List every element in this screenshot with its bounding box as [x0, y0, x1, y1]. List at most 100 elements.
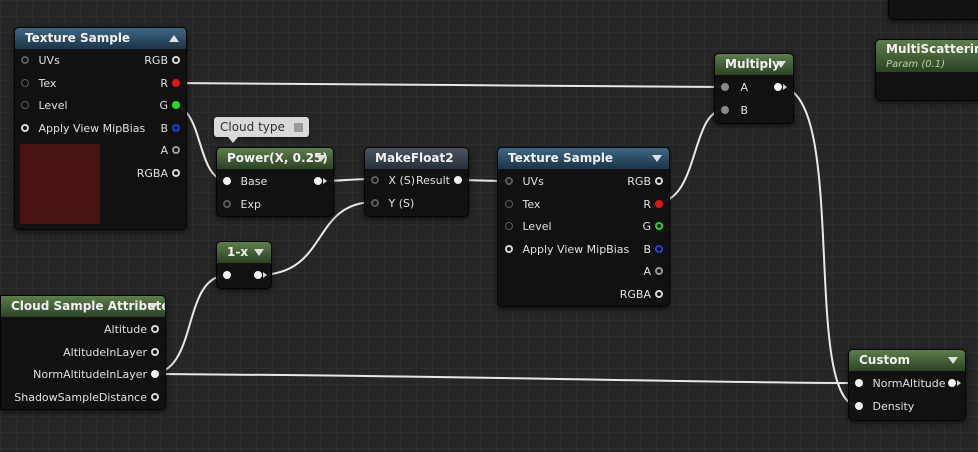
- pin-mipbias-2-label: Apply View MipBias: [522, 243, 630, 256]
- param-node[interactable]: MultiScatteringEcc Param (0.1): [875, 39, 978, 101]
- param-node-title: MultiScatteringEcc: [886, 42, 978, 56]
- pin-tex-2[interactable]: Tex: [505, 197, 540, 213]
- out-g-2-label: G: [642, 220, 651, 233]
- power-header[interactable]: Power(X, 0.25): [217, 148, 333, 169]
- multiply-pin-a-icon: [721, 83, 729, 91]
- out-a-1[interactable]: A: [160, 143, 180, 159]
- out-r-1[interactable]: R: [160, 76, 180, 92]
- pin-uvs-2[interactable]: UVs: [505, 174, 544, 190]
- pin-level-1-label: Level: [38, 99, 68, 112]
- makefloat2-pin-x[interactable]: X (S): [371, 173, 415, 189]
- multiply-output[interactable]: [774, 80, 787, 96]
- out-altitude[interactable]: Altitude: [104, 322, 159, 338]
- collapse-arrow-icon[interactable]: [169, 35, 179, 42]
- texture-sample-1-header[interactable]: Texture Sample: [15, 28, 186, 49]
- pin-mipbias-2[interactable]: Apply View MipBias: [505, 242, 629, 258]
- texture-sample-node-1[interactable]: Texture Sample UVs Tex Level Apply View …: [14, 27, 187, 230]
- out-rgba-1-icon: [172, 169, 180, 177]
- pin-tex-2-label: Tex: [522, 198, 541, 211]
- custom-pin-norm-altitude-icon: [855, 379, 863, 387]
- one-minus-x-node[interactable]: 1-x: [216, 241, 272, 289]
- makefloat2-output[interactable]: Result: [416, 173, 462, 189]
- out-rgb-2-icon: [655, 177, 663, 185]
- multiply-node[interactable]: Multiply A B: [714, 53, 794, 124]
- output-arrow-icon: [263, 272, 267, 278]
- out-r-1-label: R: [160, 77, 168, 90]
- makefloat2-pin-y-icon: [371, 199, 379, 207]
- pin-level-2[interactable]: Level: [505, 219, 552, 235]
- out-g-1-icon: [172, 101, 180, 109]
- cloud-sample-attributes-header[interactable]: Cloud Sample Attributes: [1, 296, 165, 317]
- out-g-2[interactable]: G: [642, 219, 663, 235]
- out-b-1-icon: [172, 124, 180, 132]
- custom-pin-norm-altitude[interactable]: NormAltitude: [855, 376, 946, 392]
- collapse-arrow-icon[interactable]: [776, 61, 786, 68]
- makefloat2-pin-x-label: X (S): [388, 174, 416, 187]
- power-node[interactable]: Power(X, 0.25) Base Exp: [216, 147, 334, 217]
- makefloat2-node[interactable]: MakeFloat2 X (S) Y (S) Result: [364, 147, 469, 217]
- out-b-2[interactable]: B: [643, 242, 663, 258]
- multiply-pin-b[interactable]: B: [721, 103, 748, 119]
- collapse-arrow-icon[interactable]: [254, 249, 264, 256]
- pin-mipbias-1-label: Apply View MipBias: [38, 122, 146, 135]
- out-b-1[interactable]: B: [160, 121, 180, 137]
- out-altitude-in-layer-label: AltitudeInLayer: [63, 346, 147, 359]
- out-altitude-in-layer[interactable]: AltitudeInLayer: [63, 345, 159, 361]
- collapse-arrow-icon[interactable]: [652, 155, 662, 162]
- power-pin-exp-label: Exp: [240, 198, 261, 211]
- pin-level-2-label: Level: [522, 220, 552, 233]
- pin-uvs-2-icon: [505, 177, 513, 185]
- makefloat2-pin-y-label: Y (S): [388, 197, 415, 210]
- out-g-1[interactable]: G: [159, 98, 180, 114]
- out-rgba-1-label: RGBA: [136, 167, 168, 180]
- makefloat2-pin-y[interactable]: Y (S): [371, 196, 414, 212]
- out-a-2[interactable]: A: [643, 264, 663, 280]
- custom-node[interactable]: Custom NormAltitude Density: [848, 349, 966, 421]
- texture-sample-2-header[interactable]: Texture Sample: [498, 148, 669, 169]
- pin-level-2-icon: [505, 222, 513, 230]
- comment-edit-icon[interactable]: [293, 123, 303, 132]
- out-r-2[interactable]: R: [643, 197, 663, 213]
- power-pin-base[interactable]: Base: [223, 174, 267, 190]
- power-output[interactable]: [314, 174, 327, 190]
- output-arrow-icon: [783, 84, 787, 90]
- custom-pin-density[interactable]: Density: [855, 399, 914, 415]
- multiply-pin-a[interactable]: A: [721, 80, 748, 96]
- out-rgb-1-label: RGB: [144, 54, 168, 67]
- pin-uvs-1[interactable]: UVs: [21, 53, 60, 69]
- out-rgba-2[interactable]: RGBA: [620, 287, 663, 303]
- pin-uvs-1-icon: [21, 56, 29, 64]
- power-pin-exp[interactable]: Exp: [223, 197, 261, 213]
- pin-level-1[interactable]: Level: [21, 98, 68, 114]
- one-minus-x-output[interactable]: [254, 268, 267, 284]
- pin-tex-1[interactable]: Tex: [21, 76, 56, 92]
- custom-header[interactable]: Custom: [849, 350, 965, 371]
- cloud-sample-attributes-title: Cloud Sample Attributes: [11, 299, 165, 313]
- collapse-arrow-icon[interactable]: [148, 303, 158, 310]
- offscreen-node[interactable]: [888, 0, 978, 20]
- power-pin-base-icon: [223, 177, 231, 185]
- out-rgb-1[interactable]: RGB: [144, 53, 180, 69]
- cloud-sample-attributes-node[interactable]: Cloud Sample Attributes Altitude Altitud…: [0, 295, 166, 410]
- custom-output[interactable]: [948, 376, 961, 392]
- custom-output-icon: [948, 379, 956, 387]
- one-minus-x-header[interactable]: 1-x: [217, 242, 271, 263]
- out-rgb-2[interactable]: RGB: [627, 174, 663, 190]
- custom-pin-density-label: Density: [872, 400, 915, 413]
- pin-mipbias-1[interactable]: Apply View MipBias: [21, 121, 145, 137]
- collapse-arrow-icon[interactable]: [948, 357, 958, 364]
- out-shadow-sample-distance[interactable]: ShadowSampleDistance: [14, 390, 159, 406]
- collapse-arrow-icon[interactable]: [316, 155, 326, 162]
- comment-bubble[interactable]: Cloud type: [214, 117, 309, 143]
- multiply-title: Multiply: [725, 57, 780, 71]
- out-a-1-label: A: [160, 144, 168, 157]
- texture-sample-node-2[interactable]: Texture Sample UVs Tex Level Apply View …: [497, 147, 670, 307]
- out-b-2-icon: [655, 245, 663, 253]
- one-minus-x-input[interactable]: [223, 268, 231, 284]
- out-altitude-in-layer-icon: [151, 348, 159, 356]
- makefloat2-header[interactable]: MakeFloat2: [365, 148, 468, 169]
- out-rgba-1[interactable]: RGBA: [137, 166, 180, 182]
- out-r-2-icon: [655, 200, 663, 208]
- out-norm-altitude-in-layer[interactable]: NormAltitudeInLayer: [33, 367, 159, 383]
- multiply-header[interactable]: Multiply: [715, 54, 793, 75]
